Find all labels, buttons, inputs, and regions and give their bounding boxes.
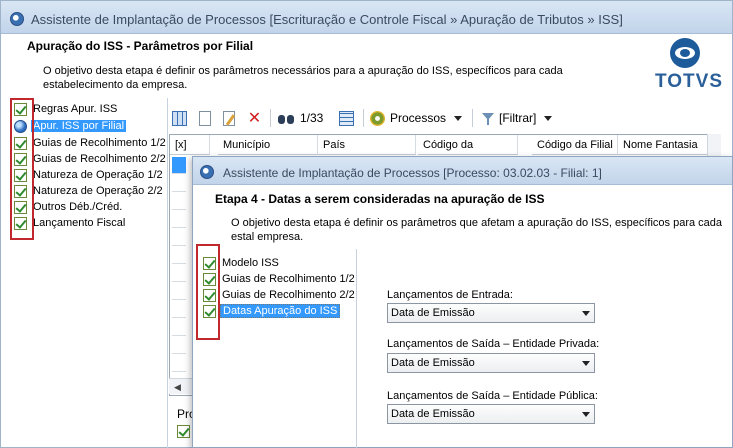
- binoculars-icon: [278, 111, 295, 126]
- chevron-down-icon: [582, 361, 590, 366]
- totvs-logo-icon: [670, 38, 700, 68]
- step-item-natureza-2[interactable]: Natureza de Operação 2/2: [14, 183, 165, 199]
- filter-menu-button[interactable]: [Filtrar]: [481, 108, 553, 128]
- step-item-guias-1[interactable]: Guias de Recolhimento 1/2: [203, 271, 357, 287]
- chevron-down-icon: [454, 115, 463, 121]
- app-icon: [10, 12, 24, 26]
- totvs-logo: TOTVS: [651, 38, 726, 94]
- page-description: O objetivo desta etapa é definir os parâ…: [43, 65, 563, 91]
- saida-privada-label: Lançamentos de Saída – Entidade Privada:: [387, 338, 600, 350]
- calendar-grid-icon: [339, 110, 354, 126]
- processes-label: Processos: [390, 111, 447, 125]
- saida-privada-date-value: Data de Emissão: [391, 357, 475, 369]
- delete-button[interactable]: ✕: [247, 108, 262, 128]
- toolbar-separator: [472, 109, 473, 127]
- column-header-codigo-filial[interactable]: Código da Filial: [532, 135, 618, 155]
- search-button[interactable]: [278, 108, 295, 128]
- new-button[interactable]: [199, 108, 211, 128]
- saida-publica-date-value: Data de Emissão: [391, 408, 475, 420]
- grid-icon: [172, 110, 187, 126]
- entrada-label: Lançamentos de Entrada:: [387, 289, 513, 301]
- table-row[interactable]: [172, 157, 186, 174]
- step-description: O objetivo desta etapa é definir os parâ…: [231, 217, 723, 243]
- inner-window: Assistente de Implantação de Processos […: [192, 156, 733, 448]
- filter-label: [Filtrar]: [499, 111, 537, 125]
- processes-menu-button[interactable]: Processos: [370, 108, 463, 128]
- toolbar-separator: [363, 109, 364, 127]
- edit-icon: [223, 110, 235, 126]
- outer-header: Apuração do ISS - Parâmetros por Filial …: [1, 34, 732, 96]
- table-row[interactable]: [172, 229, 186, 246]
- chevron-down-icon: [544, 115, 553, 121]
- entrada-date-select[interactable]: Data de Emissão: [387, 303, 595, 323]
- column-header-municipio[interactable]: Município: [218, 135, 318, 155]
- chevron-down-icon: [582, 412, 590, 417]
- table-row[interactable]: [172, 283, 186, 300]
- scroll-left-icon[interactable]: ◀: [174, 382, 181, 393]
- chevron-down-icon: [582, 311, 590, 316]
- highlight-box: [10, 98, 34, 240]
- step-item-guias-1[interactable]: Guias de Recolhimento 1/2: [14, 135, 168, 151]
- step-item-natureza-1[interactable]: Natureza de Operação 1/2: [14, 167, 165, 183]
- column-header-codigo-da[interactable]: Código da: [418, 135, 518, 155]
- record-counter: 1/33: [300, 111, 324, 125]
- entrada-date-value: Data de Emissão: [391, 307, 475, 319]
- column-header-nome-fantasia[interactable]: Nome Fantasia: [618, 135, 708, 155]
- inner-title-bar[interactable]: Assistente de Implantação de Processos […: [193, 157, 732, 185]
- step-title: Etapa 4 - Datas a serem consideradas na …: [215, 192, 545, 206]
- saida-publica-date-select[interactable]: Data de Emissão: [387, 404, 595, 424]
- step-item-guias-2[interactable]: Guias de Recolhimento 2/2: [14, 151, 168, 167]
- highlight-box: [196, 244, 220, 340]
- inner-window-title: Assistente de Implantação de Processos […: [223, 166, 602, 180]
- table-row[interactable]: [172, 175, 186, 192]
- grid-view-button[interactable]: [172, 108, 187, 128]
- outer-window-title: Assistente de Implantação de Processos […: [31, 12, 623, 27]
- step-item-guias-2[interactable]: Guias de Recolhimento 2/2: [203, 287, 357, 303]
- page-title: Apuração do ISS - Parâmetros por Filial: [27, 39, 254, 53]
- table-row[interactable]: [172, 355, 186, 372]
- totvs-logo-text: TOTVS: [655, 71, 723, 92]
- edit-button[interactable]: [223, 108, 235, 128]
- toolbar-separator: [270, 109, 271, 127]
- check-icon: [177, 425, 190, 438]
- column-header-pais[interactable]: País: [318, 135, 416, 155]
- new-document-icon: [199, 110, 211, 126]
- saida-privada-date-select[interactable]: Data de Emissão: [387, 353, 595, 373]
- table-row[interactable]: [172, 193, 186, 210]
- table-row[interactable]: [172, 319, 186, 336]
- table-row[interactable]: [172, 265, 186, 282]
- table-row[interactable]: [172, 247, 186, 264]
- gear-icon: [370, 110, 385, 126]
- column-header-select[interactable]: [x]: [170, 135, 210, 155]
- table-row[interactable]: [172, 337, 186, 354]
- inner-header: Etapa 4 - Datas a serem consideradas na …: [193, 185, 732, 247]
- step-item-datas-apuracao-iss[interactable]: Datas Apuração do ISS: [203, 303, 341, 319]
- table-row[interactable]: [172, 211, 186, 228]
- table-row[interactable]: [172, 301, 186, 318]
- outer-title-bar[interactable]: Assistente de Implantação de Processos […: [1, 1, 732, 34]
- saida-publica-label: Lançamentos de Saída – Entidade Pública:: [387, 390, 598, 402]
- calendar-button[interactable]: [339, 108, 354, 128]
- outer-toolbar: ✕ 1/33 Processos [Filtrar]: [169, 104, 733, 132]
- filter-icon: [481, 111, 495, 126]
- app-icon: [200, 165, 214, 179]
- delete-icon: ✕: [247, 109, 262, 127]
- inner-step-list: Modelo ISS Guias de Recolhimento 1/2 Gui…: [199, 249, 357, 448]
